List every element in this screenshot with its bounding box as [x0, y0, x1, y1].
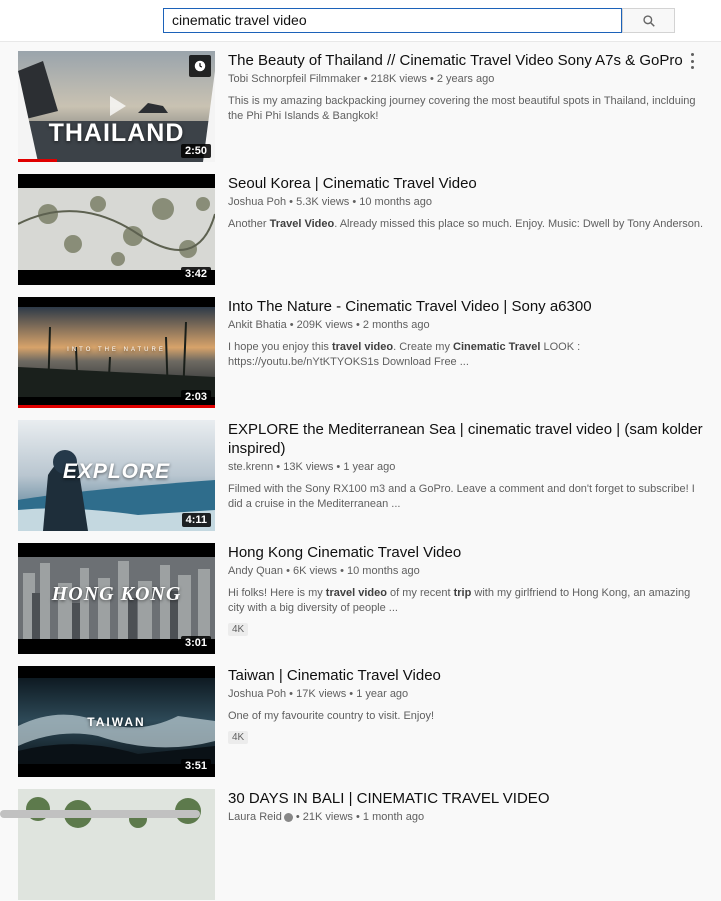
channel-name[interactable]: ste.krenn — [228, 461, 273, 473]
video-description: This is my amazing backpacking journey c… — [228, 94, 708, 124]
thumbnail-title-text: HONG KONG — [18, 583, 215, 606]
video-meta: Tobi Schnorpfeil Filmmaker • 218K views … — [228, 72, 708, 87]
thumbnail-title-text: TAIWAN — [18, 715, 215, 729]
upload-age: 10 months ago — [347, 565, 420, 577]
video-title[interactable]: Seoul Korea | Cinematic Travel Video — [228, 174, 708, 193]
view-count: 17K views — [296, 688, 346, 700]
view-count: 21K views — [303, 811, 353, 823]
upload-age: 1 year ago — [356, 688, 408, 700]
video-thumbnail[interactable]: THAILAND 2:50 — [18, 51, 215, 162]
video-duration: 2:50 — [181, 144, 211, 158]
video-duration: 3:42 — [181, 267, 211, 281]
more-actions-button[interactable] — [688, 53, 696, 69]
video-thumbnail[interactable]: TAIWAN 3:51 — [18, 666, 215, 777]
video-description: One of my favourite country to visit. En… — [228, 709, 708, 724]
video-description: Another Travel Video. Already missed thi… — [228, 217, 708, 232]
video-duration: 2:03 — [181, 390, 211, 404]
video-result[interactable]: EXPLORE 4:11 EXPLORE the Mediterranean S… — [0, 420, 721, 532]
video-duration: 4:11 — [182, 513, 211, 527]
video-thumbnail[interactable] — [18, 789, 215, 900]
view-count: 6K views — [293, 565, 337, 577]
view-count: 13K views — [283, 461, 333, 473]
clock-icon — [193, 59, 207, 73]
video-result[interactable]: THAILAND 2:50 The Beauty of Thailand // … — [0, 51, 721, 163]
video-meta: Andy Quan • 6K views • 10 months ago — [228, 564, 708, 579]
video-meta: ste.krenn • 13K views • 1 year ago — [228, 460, 708, 475]
thumbnail-title-text: INTO THE NATURE — [18, 347, 215, 353]
upload-age: 1 month ago — [363, 811, 424, 823]
channel-name[interactable]: Ankit Bhatia — [228, 319, 287, 331]
video-duration: 3:01 — [181, 636, 211, 650]
video-result[interactable]: 30 DAYS IN BALI | CINEMATIC TRAVEL VIDEO… — [0, 789, 721, 901]
search-button[interactable] — [622, 8, 675, 33]
channel-name[interactable]: Laura Reid — [228, 811, 282, 823]
video-title[interactable]: The Beauty of Thailand // Cinematic Trav… — [228, 51, 708, 70]
search-input[interactable]: cinematic travel video — [163, 8, 622, 33]
search-icon — [642, 14, 656, 28]
watch-progress-bar — [18, 159, 57, 162]
verified-icon — [284, 813, 293, 822]
video-thumbnail[interactable]: EXPLORE 4:11 — [18, 420, 215, 531]
top-bar: cinematic travel video — [0, 0, 721, 42]
channel-name[interactable]: Joshua Poh — [228, 688, 286, 700]
video-result[interactable]: TAIWAN 3:51 Taiwan | Cinematic Travel Vi… — [0, 666, 721, 778]
video-result[interactable]: HONG KONG 3:01 Hong Kong Cinematic Trave… — [0, 543, 721, 655]
thumbnail-title-text: EXPLORE — [18, 460, 215, 484]
video-title[interactable]: Taiwan | Cinematic Travel Video — [228, 666, 708, 685]
video-description: Hi folks! Here is my travel video of my … — [228, 586, 708, 616]
channel-name[interactable]: Joshua Poh — [228, 196, 286, 208]
video-description: Filmed with the Sony RX100 m3 and a GoPr… — [228, 482, 708, 512]
upload-age: 2 months ago — [363, 319, 430, 331]
video-meta: Ankit Bhatia • 209K views • 2 months ago — [228, 318, 708, 333]
view-count: 218K views — [371, 73, 427, 85]
view-count: 209K views — [297, 319, 353, 331]
video-meta: Joshua Poh • 17K views • 1 year ago — [228, 687, 708, 702]
video-title[interactable]: Into The Nature - Cinematic Travel Video… — [228, 297, 708, 316]
horizontal-scrollbar[interactable] — [0, 810, 200, 818]
video-duration: 3:51 — [181, 759, 211, 773]
video-description: I hope you enjoy this travel video. Crea… — [228, 340, 708, 370]
video-thumbnail[interactable]: INTO THE NATURE 2:03 — [18, 297, 215, 408]
watch-progress-bar — [18, 405, 215, 408]
video-title[interactable]: Hong Kong Cinematic Travel Video — [228, 543, 708, 562]
channel-name[interactable]: Andy Quan — [228, 565, 283, 577]
upload-age: 2 years ago — [437, 73, 494, 85]
video-result[interactable]: 3:42 Seoul Korea | Cinematic Travel Vide… — [0, 174, 721, 286]
channel-name[interactable]: Tobi Schnorpfeil Filmmaker — [228, 73, 361, 85]
video-result[interactable]: INTO THE NATURE 2:03 Into The Nature - C… — [0, 297, 721, 409]
quality-badge: 4K — [228, 731, 248, 744]
quality-badge: 4K — [228, 623, 248, 636]
video-title[interactable]: EXPLORE the Mediterranean Sea | cinemati… — [228, 420, 708, 458]
video-title[interactable]: 30 DAYS IN BALI | CINEMATIC TRAVEL VIDEO — [228, 789, 708, 808]
video-thumbnail[interactable]: 3:42 — [18, 174, 215, 285]
view-count: 5.3K views — [296, 196, 349, 208]
video-meta: Joshua Poh • 5.3K views • 10 months ago — [228, 195, 708, 210]
upload-age: 10 months ago — [359, 196, 432, 208]
video-thumbnail[interactable]: HONG KONG 3:01 — [18, 543, 215, 654]
watch-later-button[interactable] — [189, 55, 211, 77]
thumbnail-scene — [18, 789, 215, 900]
upload-age: 1 year ago — [343, 461, 395, 473]
